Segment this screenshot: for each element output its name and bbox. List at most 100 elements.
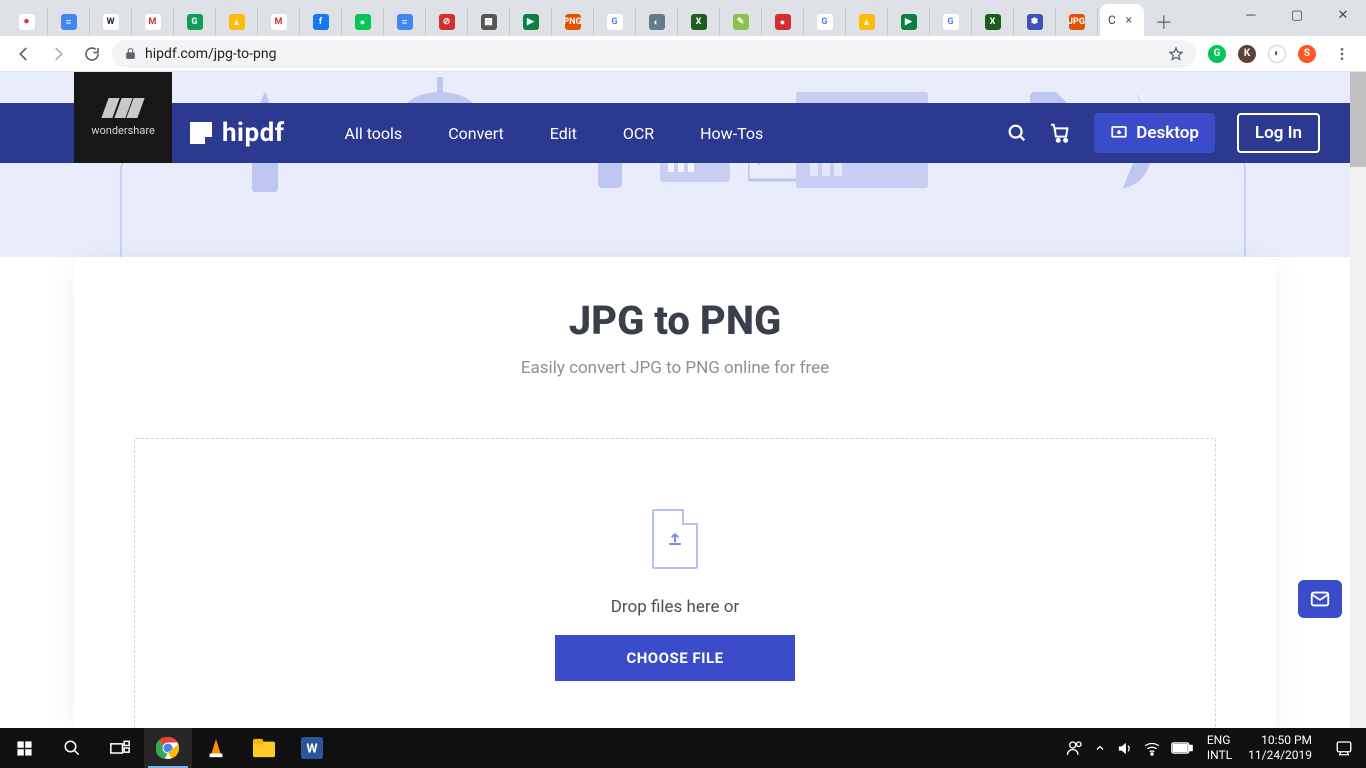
browser-tab[interactable]: ◐	[636, 8, 678, 36]
address-bar[interactable]: hipdf.com/jpg-to-png	[112, 40, 1196, 68]
extension-icons: GK ◐ S	[1202, 45, 1322, 63]
language-indicator[interactable]: ENG INTL	[1201, 733, 1238, 763]
taskbar-app-word[interactable]: W	[288, 728, 336, 768]
browser-tab[interactable]: W	[90, 8, 132, 36]
browser-tab[interactable]: ≡	[48, 8, 90, 36]
browser-tab[interactable]: ▶	[888, 8, 930, 36]
browser-tab[interactable]: ⏺	[6, 8, 48, 36]
nav-all-tools[interactable]: All tools	[345, 124, 403, 143]
nav-convert[interactable]: Convert	[448, 124, 504, 143]
page-subtitle: Easily convert JPG to PNG online for fre…	[134, 358, 1216, 378]
browser-tab[interactable]: G	[804, 8, 846, 36]
wondershare-label: wondershare	[91, 124, 155, 137]
window-maximize-button[interactable]: ▢	[1274, 0, 1320, 30]
nav-howtos[interactable]: How-Tos	[700, 124, 763, 143]
favicon-icon: ▦	[481, 14, 497, 30]
browser-tab[interactable]: ⊘	[426, 8, 468, 36]
extension-icon[interactable]: K	[1238, 45, 1256, 63]
favicon-icon: ●	[775, 14, 791, 30]
nav-ocr[interactable]: OCR	[623, 124, 654, 143]
choose-file-button[interactable]: CHOOSE FILE	[555, 635, 795, 681]
clock-time: 10:50 PM	[1261, 733, 1312, 748]
favicon-icon: ✎	[733, 14, 749, 30]
favicon-icon: ≡	[397, 14, 413, 30]
browser-tab[interactable]: ▶	[510, 8, 552, 36]
site-header: hipdf All tools Convert Edit OCR How-Tos…	[0, 103, 1350, 163]
browser-tab-active[interactable]: C ×	[1100, 4, 1144, 36]
browser-tab[interactable]: X	[972, 8, 1014, 36]
battery-icon[interactable]	[1171, 742, 1193, 754]
nav-edit[interactable]: Edit	[550, 124, 577, 143]
browser-tab[interactable]: M	[132, 8, 174, 36]
extension-icon[interactable]: G	[1208, 45, 1226, 63]
star-icon[interactable]	[1168, 46, 1184, 62]
search-icon[interactable]	[1006, 122, 1028, 144]
browser-tab[interactable]: M	[258, 8, 300, 36]
cart-icon[interactable]	[1050, 122, 1072, 144]
desktop-button[interactable]: Desktop	[1094, 113, 1215, 153]
taskbar-clock[interactable]: 10:50 PM 11/24/2019	[1238, 733, 1322, 763]
desktop-button-label: Desktop	[1136, 123, 1199, 143]
wondershare-badge[interactable]: wondershare	[74, 72, 172, 163]
favicon-icon: G	[187, 14, 203, 30]
start-button[interactable]	[0, 728, 48, 768]
main-nav: All tools Convert Edit OCR How-Tos	[345, 124, 764, 143]
page-scrollbar[interactable]	[1350, 72, 1366, 728]
brand[interactable]: hipdf	[190, 118, 285, 148]
browser-tab[interactable]: ✽	[1014, 8, 1056, 36]
file-dropzone[interactable]: Drop files here or CHOOSE FILE	[134, 438, 1216, 728]
favicon-icon: X	[691, 14, 707, 30]
taskbar-app-vlc[interactable]	[192, 728, 240, 768]
page-viewport: wondershare hipdf All tools Convert Edit…	[0, 72, 1366, 728]
forward-button[interactable]	[44, 40, 72, 68]
browser-tab[interactable]: G	[594, 8, 636, 36]
system-tray[interactable]	[1058, 739, 1201, 757]
action-center-button[interactable]	[1322, 728, 1366, 768]
chrome-menu-button[interactable]	[1328, 40, 1356, 68]
browser-tab[interactable]: f	[300, 8, 342, 36]
favicon-icon: JPG	[1069, 14, 1085, 30]
favicon-icon: ▶	[523, 14, 539, 30]
browser-tab[interactable]: PNG	[552, 8, 594, 36]
favicon-icon: G	[607, 14, 623, 30]
taskbar-app-explorer[interactable]	[240, 728, 288, 768]
task-view-button[interactable]	[96, 728, 144, 768]
browser-tab[interactable]: ✎	[720, 8, 762, 36]
browser-tab[interactable]: G	[930, 8, 972, 36]
back-button[interactable]	[10, 40, 38, 68]
browser-tab[interactable]: ●	[762, 8, 804, 36]
extension-icon[interactable]: ◐	[1268, 45, 1286, 63]
favicon-icon: ●	[355, 14, 371, 30]
browser-tab[interactable]: X	[678, 8, 720, 36]
window-minimize-button[interactable]: ─	[1228, 0, 1274, 30]
page-title: JPG to PNG	[134, 297, 1216, 344]
wifi-icon[interactable]	[1143, 739, 1161, 757]
window-close-button[interactable]: ✕	[1320, 0, 1366, 30]
favicon-icon: ✽	[1027, 14, 1043, 30]
new-tab-button[interactable]: ＋	[1150, 8, 1178, 36]
favicon-icon: ⊘	[439, 14, 455, 30]
tray-chevron-icon[interactable]	[1094, 742, 1106, 754]
download-icon	[1110, 124, 1128, 142]
browser-tab[interactable]: JPG	[1056, 8, 1098, 36]
close-tab-icon[interactable]: ×	[1122, 13, 1136, 27]
browser-tab[interactable]: G	[174, 8, 216, 36]
volume-icon[interactable]	[1116, 740, 1133, 757]
taskbar-search-button[interactable]	[48, 728, 96, 768]
login-button[interactable]: Log In	[1237, 113, 1320, 153]
brand-text: hipdf	[222, 118, 285, 148]
taskbar-app-chrome[interactable]	[144, 728, 192, 768]
browser-tab[interactable]: ≡	[384, 8, 426, 36]
browser-tab[interactable]: ▲	[216, 8, 258, 36]
browser-tab[interactable]: ▦	[468, 8, 510, 36]
favicon-icon: ≡	[61, 14, 77, 30]
reload-button[interactable]	[78, 40, 106, 68]
browser-tab-strip: ⏺≡WMG▲Mf●≡⊘▦▶PNGG◐X✎●G▲▶GX✽JPG C × ＋ ─ ▢…	[0, 0, 1366, 36]
extension-icon[interactable]: S	[1298, 45, 1316, 63]
main-card: JPG to PNG Easily convert JPG to PNG onl…	[74, 257, 1276, 728]
browser-tab[interactable]: ▲	[846, 8, 888, 36]
people-icon[interactable]	[1066, 739, 1084, 757]
favicon-icon: ⏺	[19, 14, 35, 30]
feedback-button[interactable]	[1298, 580, 1342, 618]
browser-tab[interactable]: ●	[342, 8, 384, 36]
